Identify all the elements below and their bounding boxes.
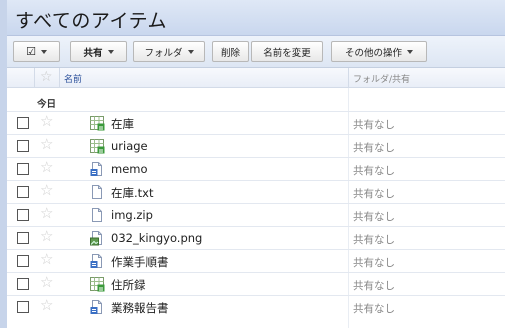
document-icon [89,299,105,315]
file-name-link[interactable]: 在庫.txt [111,185,153,201]
rename-button[interactable]: 名前を変更 [251,41,323,62]
star-icon[interactable]: ☆ [40,114,53,129]
folder-button[interactable]: フォルダ [133,41,205,62]
delete-button-label: 削除 [220,47,240,59]
share-button-label: 共有 [83,47,103,59]
column-header: ☆ 名前 フォルダ/共有 [7,68,505,88]
document-icon [89,161,105,177]
share-status: 共有なし [353,188,395,200]
file-row[interactable]: ☆ 作業手順書 共有なし [7,249,505,272]
page-title: すべてのアイテム [15,10,168,32]
row-checkbox[interactable] [17,209,29,221]
star-icon[interactable]: ☆ [40,252,53,267]
more-actions-label: その他の操作 [344,47,402,59]
row-checkbox[interactable] [17,301,29,313]
file-name-link[interactable]: 住所録 [111,277,146,293]
star-icon[interactable]: ☆ [40,229,53,244]
more-actions-button[interactable]: その他の操作 [331,41,427,62]
file-row[interactable]: ☆ memo 共有なし [7,157,505,180]
row-checkbox[interactable] [17,117,29,129]
column-divider [348,68,349,88]
star-icon[interactable]: ☆ [40,160,53,175]
share-status: 共有なし [353,165,395,177]
star-icon[interactable]: ☆ [40,206,53,221]
image-file-icon [89,230,105,246]
file-row[interactable]: ☆ uriage 共有なし [7,134,505,157]
row-checkbox[interactable] [17,186,29,198]
row-checkbox[interactable] [17,163,29,175]
file-name-link[interactable]: 032_kingyo.png [111,231,202,245]
star-icon[interactable]: ☆ [40,298,53,313]
chevron-down-icon [107,49,114,54]
row-checkbox[interactable] [17,255,29,267]
row-checkbox[interactable] [17,232,29,244]
docs-page: すべてのアイテム ☑ 共有 フォルダ 削除 名前を変更 その他の操作 ☆ 名前 … [0,0,505,328]
file-icon [89,184,105,200]
file-name-link[interactable]: 業務報告書 [111,300,169,316]
column-share-header[interactable]: フォルダ/共有 [353,72,410,85]
file-name-link[interactable]: memo [111,162,148,176]
checkbox-icon: ☑ [26,45,36,58]
column-divider [59,68,60,88]
select-all-dropdown[interactable]: ☑ [13,41,60,62]
share-status: 共有なし [353,257,395,269]
star-icon[interactable]: ☆ [40,275,53,290]
share-status: 共有なし [353,234,395,246]
file-row[interactable]: ☆ 在庫.txt 共有なし [7,180,505,203]
spreadsheet-icon [89,115,105,131]
column-divider [34,68,35,88]
file-row[interactable]: ☆ 住所録 共有なし [7,272,505,295]
page-header: すべてのアイテム [7,0,505,36]
share-status: 共有なし [353,142,395,154]
file-icon [89,207,105,223]
delete-button[interactable]: 削除 [212,41,249,62]
file-row[interactable]: ☆ 業務報告書 共有なし [7,295,505,318]
spreadsheet-icon [89,276,105,292]
share-status: 共有なし [353,280,395,292]
share-status: 共有なし [353,119,395,131]
star-icon[interactable]: ☆ [40,137,53,152]
file-row[interactable]: ☆ img.zip 共有なし [7,203,505,226]
file-name-link[interactable]: 作業手順書 [111,254,169,270]
spreadsheet-icon [89,138,105,154]
file-list: ☆ 名前 フォルダ/共有 今日 ☆ 在庫 共有なし ☆ uriage 共有なし ☆ memo 共… [7,68,505,328]
star-column-icon[interactable]: ☆ [40,70,53,84]
file-name-link[interactable]: 在庫 [111,116,134,132]
column-name-header[interactable]: 名前 [64,72,82,85]
toolbar: ☑ 共有 フォルダ 削除 名前を変更 その他の操作 [7,36,505,68]
file-row[interactable]: ☆ 在庫 共有なし [7,111,505,134]
star-icon[interactable]: ☆ [40,183,53,198]
document-icon [89,253,105,269]
chevron-down-icon [40,49,47,54]
row-checkbox[interactable] [17,278,29,290]
chevron-down-icon [407,49,413,54]
chevron-down-icon [187,49,194,54]
file-row[interactable]: ☆ 032_kingyo.png 共有なし [7,226,505,249]
file-name-link[interactable]: img.zip [111,208,153,222]
share-button[interactable]: 共有 [70,41,127,62]
folder-button-label: フォルダ [144,47,183,59]
row-checkbox[interactable] [17,140,29,152]
left-panel-edge [0,0,7,328]
file-name-link[interactable]: uriage [111,139,148,153]
rename-button-label: 名前を変更 [263,47,311,59]
group-label-today: 今日 [37,99,57,110]
share-status: 共有なし [353,303,395,315]
share-status: 共有なし [353,211,395,223]
